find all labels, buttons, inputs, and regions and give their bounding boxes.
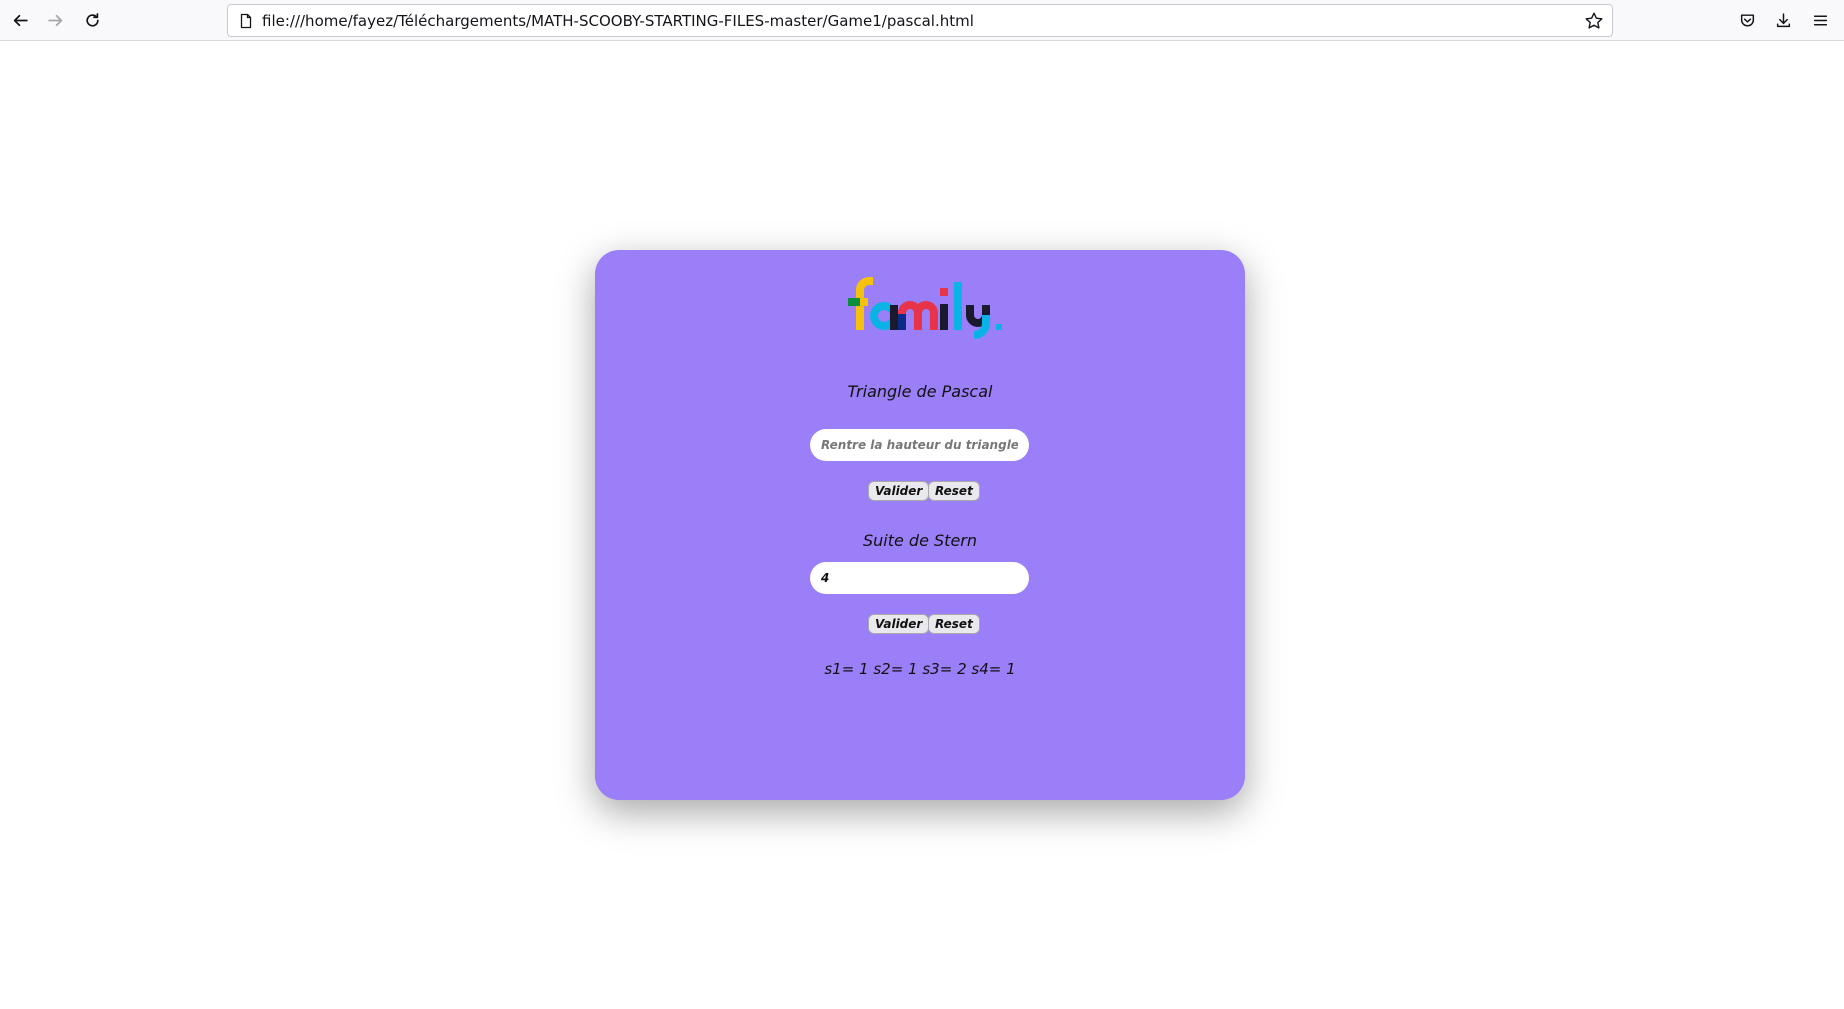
downloads-button[interactable]	[1770, 7, 1796, 33]
main-card: Triangle de Pascal Valider Reset Suite d…	[595, 250, 1245, 800]
pocket-button[interactable]	[1734, 7, 1760, 33]
stern-title: Suite de Stern	[862, 531, 978, 550]
url-text: file:///home/fayez/Téléchargements/MATH-…	[262, 12, 974, 30]
forward-button[interactable]	[42, 7, 68, 33]
hamburger-menu-icon	[1813, 15, 1827, 25]
bookmark-star-icon[interactable]	[1584, 11, 1604, 31]
pascal-validate-button[interactable]: Valider	[868, 481, 930, 501]
stern-input[interactable]	[810, 562, 1029, 594]
menu-button[interactable]	[1807, 7, 1833, 33]
stern-reset-button[interactable]: Reset	[928, 614, 980, 634]
address-bar[interactable]: file:///home/fayez/Téléchargements/MATH-…	[227, 4, 1613, 37]
family-logo	[848, 277, 1002, 339]
pascal-title: Triangle de Pascal	[847, 382, 993, 401]
page-icon	[240, 13, 252, 29]
stern-validate-button[interactable]: Valider	[868, 614, 930, 634]
pascal-reset-button[interactable]: Reset	[928, 481, 980, 501]
stern-result: s1= 1 s2= 1 s3= 2 s4= 1	[824, 660, 1016, 678]
browser-toolbar: file:///home/fayez/Téléchargements/MATH-…	[0, 0, 1844, 41]
reload-icon	[85, 12, 99, 27]
pocket-icon	[1740, 13, 1754, 27]
reload-button[interactable]	[79, 7, 105, 33]
forward-arrow-icon	[47, 14, 62, 26]
download-icon	[1776, 12, 1790, 27]
pascal-height-input[interactable]	[810, 429, 1029, 461]
back-arrow-icon	[13, 14, 28, 26]
back-button[interactable]	[7, 7, 33, 33]
